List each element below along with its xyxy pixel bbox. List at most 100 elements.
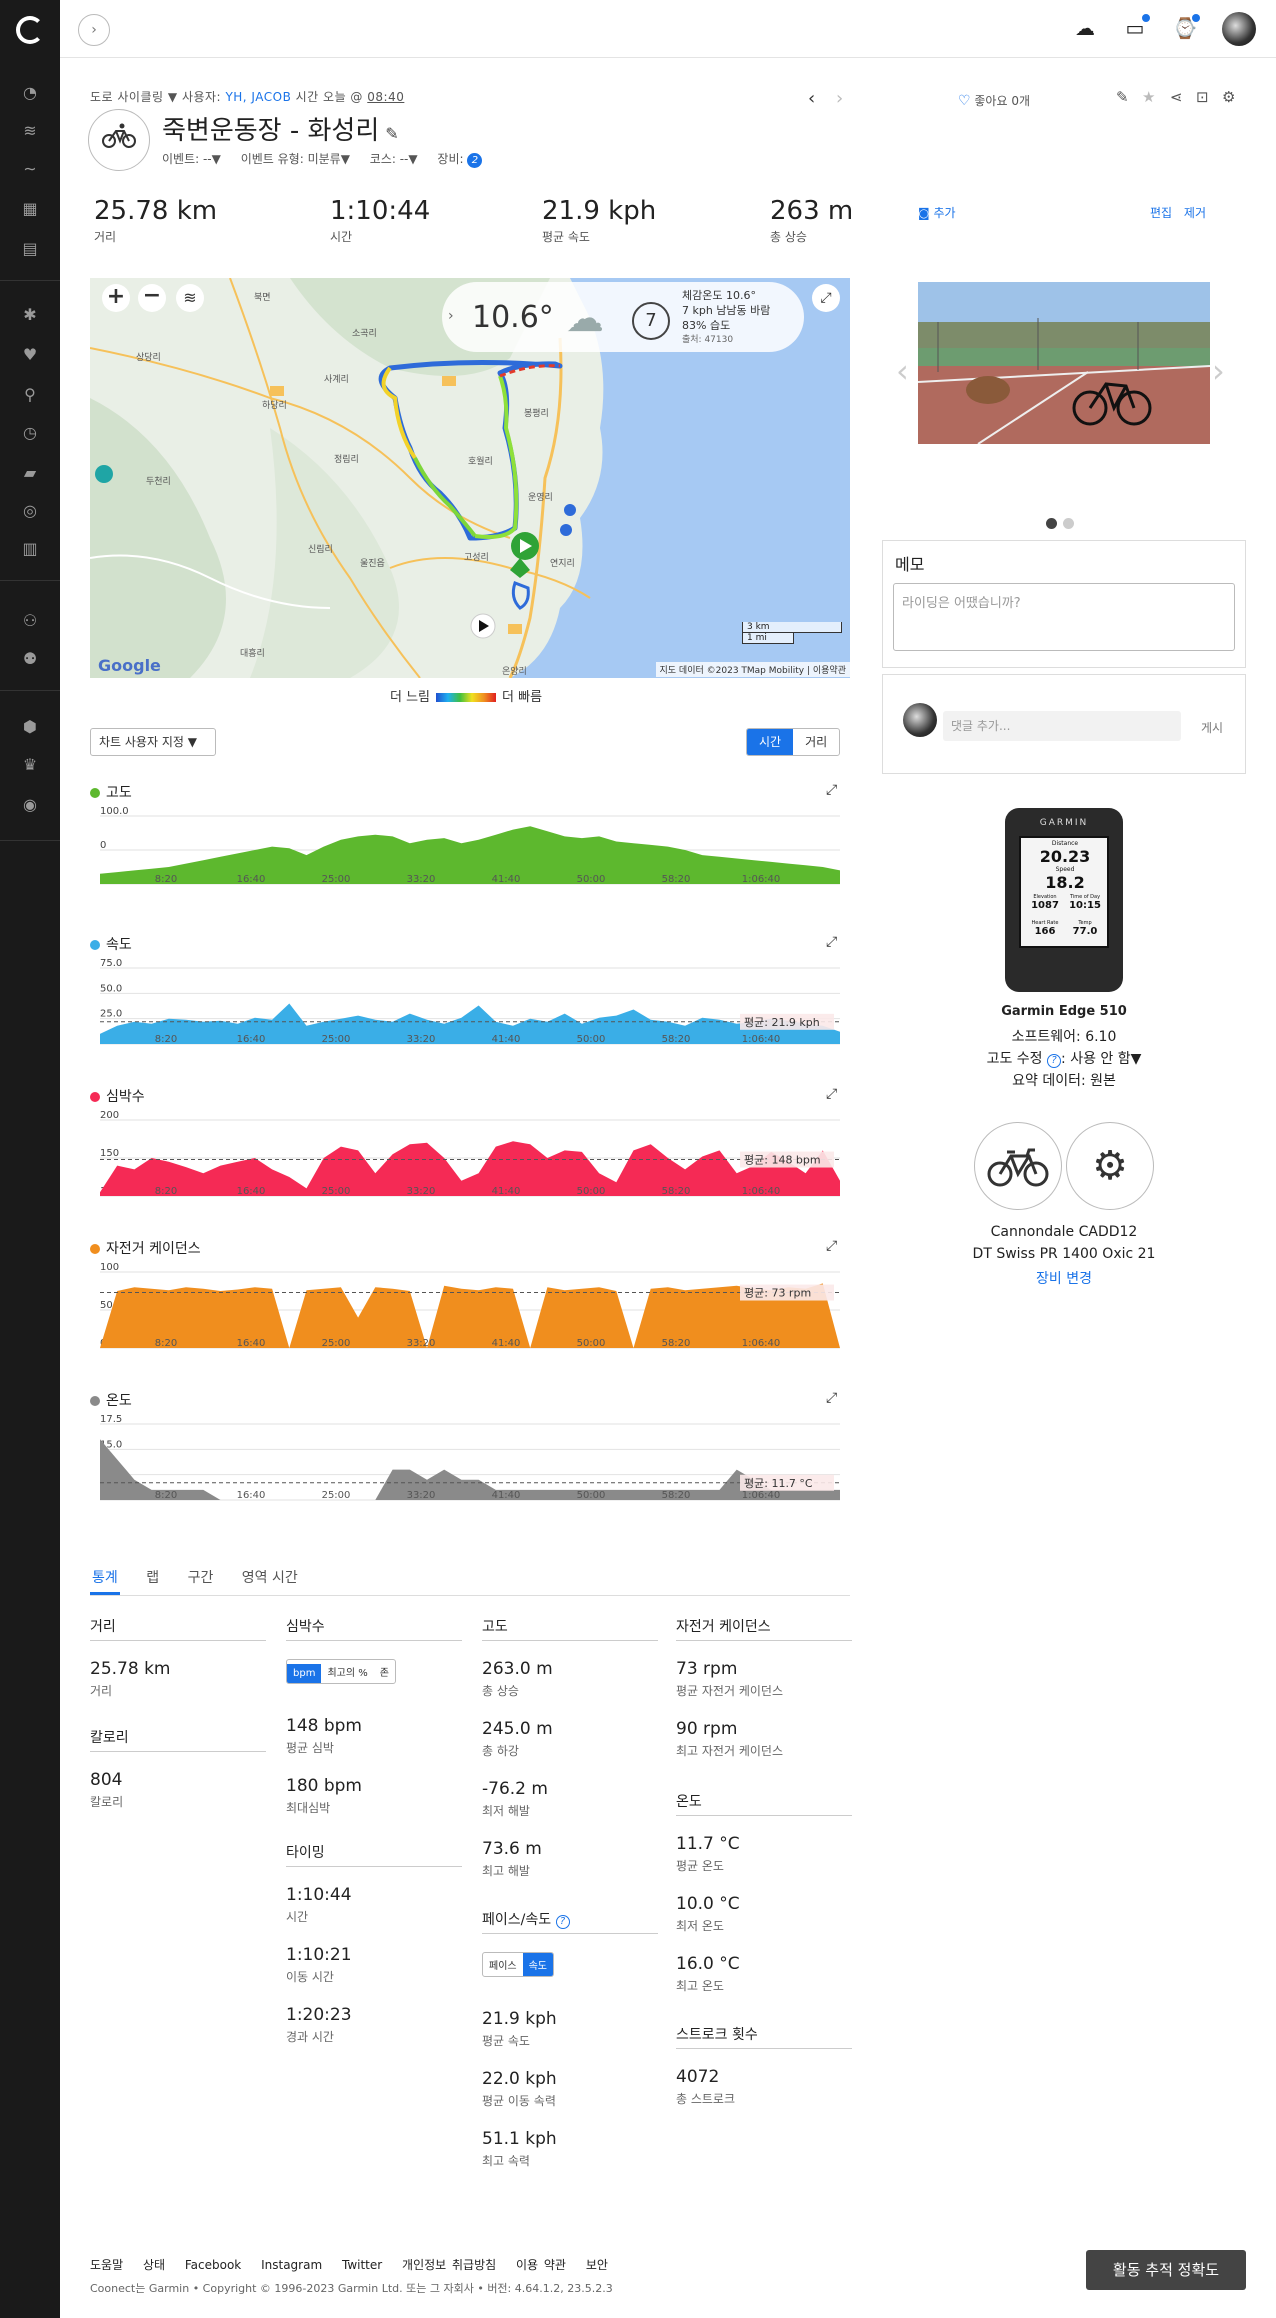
activity-icon[interactable]: ✱: [20, 306, 40, 324]
cadence-chart[interactable]: 1005008:2016:4025:0033:2041:4050:0058:20…: [100, 1262, 842, 1362]
event-dropdown[interactable]: 이벤트: --▼: [162, 152, 221, 166]
pace-button[interactable]: 페이스: [483, 1953, 523, 1976]
help-icon[interactable]: ?: [555, 1915, 570, 1929]
news-icon[interactable]: ▤: [20, 240, 40, 258]
edit-title-icon[interactable]: ✎: [385, 124, 398, 143]
edit-photo-link[interactable]: 편집: [1150, 206, 1172, 220]
elevation-chart[interactable]: 100.00-100.08:2016:4025:0033:2041:4050:0…: [100, 806, 842, 898]
settings-gear-icon[interactable]: ⚙: [1222, 88, 1235, 106]
expand-temperature-chart-icon[interactable]: ⤢: [826, 1390, 837, 1406]
cycling-icon[interactable]: [88, 109, 150, 171]
footer-facebook-link[interactable]: Facebook: [185, 2258, 241, 2272]
y-tick-label: 200: [100, 1110, 119, 1121]
gear-label[interactable]: 장비: 2: [437, 152, 483, 168]
comment-input[interactable]: 댓글 추가...: [943, 711, 1181, 741]
series-area: [100, 1283, 840, 1348]
photo-dot-2[interactable]: [1063, 518, 1074, 529]
expand-cadence-chart-icon[interactable]: ⤢: [826, 1238, 837, 1254]
trend-icon[interactable]: ∼: [20, 160, 40, 178]
trophy-icon[interactable]: ♛: [20, 756, 40, 774]
x-tick-label: 50:00: [577, 1490, 606, 1501]
previous-activity-button[interactable]: ‹: [808, 88, 815, 109]
map-layers-icon[interactable]: ≋: [176, 284, 204, 312]
route-map[interactable]: 북면 소곡리 상당리 하당리 사계리 정림리 두천리 신림리 울진읍 고성리 연…: [90, 278, 850, 678]
layers-icon[interactable]: ≋: [20, 122, 40, 140]
footer-help-link[interactable]: 도움말: [90, 2258, 123, 2272]
tab-stats[interactable]: 통계: [90, 1564, 120, 1595]
elevation-help-icon[interactable]: ?: [1047, 1054, 1062, 1068]
heart-rate-chart[interactable]: 2001501008:2016:4025:0033:2041:4050:0058…: [100, 1110, 842, 1210]
zoom-in-button[interactable]: +: [102, 284, 130, 312]
map-terms-link[interactable]: 이용약관: [813, 666, 846, 676]
stopwatch-icon[interactable]: ◷: [20, 424, 40, 442]
like-button[interactable]: ♡ 좋아요 0개: [958, 92, 1030, 109]
connect-logo-icon[interactable]: [16, 16, 44, 44]
expand-elevation-chart-icon[interactable]: ⤢: [826, 782, 837, 798]
event-type-dropdown[interactable]: 이벤트 유형: 미분류▼: [241, 152, 350, 166]
footer-twitter-link[interactable]: Twitter: [342, 2258, 382, 2272]
elevation-correction-dropdown[interactable]: : 사용 안 함▼: [1061, 1051, 1141, 1067]
add-photo-button[interactable]: ◙ 추가: [918, 204, 956, 221]
footer-instagram-link[interactable]: Instagram: [261, 2258, 322, 2272]
change-gear-link[interactable]: 장비 변경: [882, 1268, 1246, 1288]
reports-icon[interactable]: ▥: [20, 540, 40, 558]
temperature-chart[interactable]: 17.515.012.510.08:2016:4025:0033:2041:40…: [100, 1414, 842, 1514]
upload-cloud-icon[interactable]: ☁: [1072, 16, 1098, 40]
footer-privacy-link[interactable]: 개인정보 취급방침: [402, 2258, 496, 2272]
course-dropdown[interactable]: 코스: --▼: [370, 152, 418, 166]
expand-speed-chart-icon[interactable]: ⤢: [826, 934, 837, 950]
connections-icon[interactable]: ⚇: [20, 612, 40, 630]
hr-zone-button[interactable]: 존: [374, 1660, 395, 1683]
activity-time[interactable]: 08:40: [367, 90, 404, 104]
remove-photo-link[interactable]: 제거: [1184, 206, 1206, 220]
target-icon[interactable]: ◉: [20, 796, 40, 814]
chart-customize-dropdown[interactable]: 차트 사용자 지정 ▼: [90, 728, 216, 756]
activity-type-dropdown[interactable]: 도로 사이클링 ▼: [90, 90, 178, 104]
next-activity-button[interactable]: ›: [836, 88, 843, 109]
xaxis-time-button[interactable]: 시간: [747, 729, 794, 755]
shoe-icon[interactable]: ▰: [20, 464, 40, 482]
photo-next-arrow[interactable]: ›: [1212, 352, 1225, 390]
photo-dot-1[interactable]: [1046, 518, 1057, 529]
tab-segments[interactable]: 구간: [186, 1564, 216, 1595]
heart-icon[interactable]: ♥: [20, 346, 40, 364]
fullscreen-map-icon[interactable]: ⤢: [812, 284, 840, 312]
star-icon[interactable]: ★: [1142, 88, 1155, 106]
groups-icon[interactable]: ⚉: [20, 650, 40, 668]
user-avatar[interactable]: [1222, 12, 1256, 46]
training-icon[interactable]: ⚲: [20, 386, 40, 404]
activity-tracking-accuracy-button[interactable]: 활동 추적 정확도: [1086, 2250, 1246, 2290]
hr-bpm-button[interactable]: bpm: [287, 1664, 322, 1683]
tab-zone-time[interactable]: 영역 시간: [240, 1564, 300, 1595]
photo-prev-arrow[interactable]: ‹: [896, 352, 909, 390]
xaxis-distance-button[interactable]: 거리: [793, 729, 839, 755]
memo-textarea[interactable]: 라이딩은 어땠습니까?: [893, 583, 1235, 651]
device-watch-icon[interactable]: ⌚: [1172, 14, 1200, 40]
speed-chart[interactable]: 75.050.025.00.08:2016:4025:0033:2041:405…: [100, 958, 842, 1058]
expand-heart-rate-chart-icon[interactable]: ⤢: [826, 1086, 837, 1102]
calendar-icon[interactable]: ▦: [20, 200, 40, 218]
expand-sidebar-button[interactable]: ›: [78, 14, 110, 46]
dashboard-icon[interactable]: ◔: [20, 84, 40, 102]
tab-laps[interactable]: 랩: [144, 1564, 161, 1595]
user-link[interactable]: YH, JACOB: [225, 90, 291, 104]
privacy-lock-icon[interactable]: ⊡: [1196, 88, 1209, 106]
gear-count-badge: 2: [467, 153, 483, 168]
bike-gear-icon[interactable]: [974, 1122, 1062, 1210]
footer-terms-link[interactable]: 이용 약관: [516, 2258, 566, 2272]
share-icon[interactable]: ⋖: [1170, 88, 1183, 106]
wheel-gear-icon[interactable]: ⚙: [1066, 1122, 1154, 1210]
zoom-out-button[interactable]: −: [138, 284, 166, 312]
footer-security-link[interactable]: 보안: [586, 2258, 608, 2272]
footer-status-link[interactable]: 상태: [143, 2258, 165, 2272]
inbox-icon[interactable]: ▭: [1122, 14, 1150, 40]
map-scale: 3 km 1 mi: [742, 622, 842, 644]
hr-percent-max-button[interactable]: 최고의 %: [321, 1660, 373, 1683]
edit-icon[interactable]: ✎: [1116, 88, 1129, 106]
insights-icon[interactable]: ◎: [20, 502, 40, 520]
post-comment-button[interactable]: 게시: [1201, 719, 1223, 736]
activity-title[interactable]: 죽변운동장 - 화성리 ✎: [162, 110, 399, 147]
activity-photo[interactable]: [918, 282, 1210, 444]
speed-button[interactable]: 속도: [522, 1953, 554, 1976]
badges-icon[interactable]: ⬢: [20, 718, 40, 736]
